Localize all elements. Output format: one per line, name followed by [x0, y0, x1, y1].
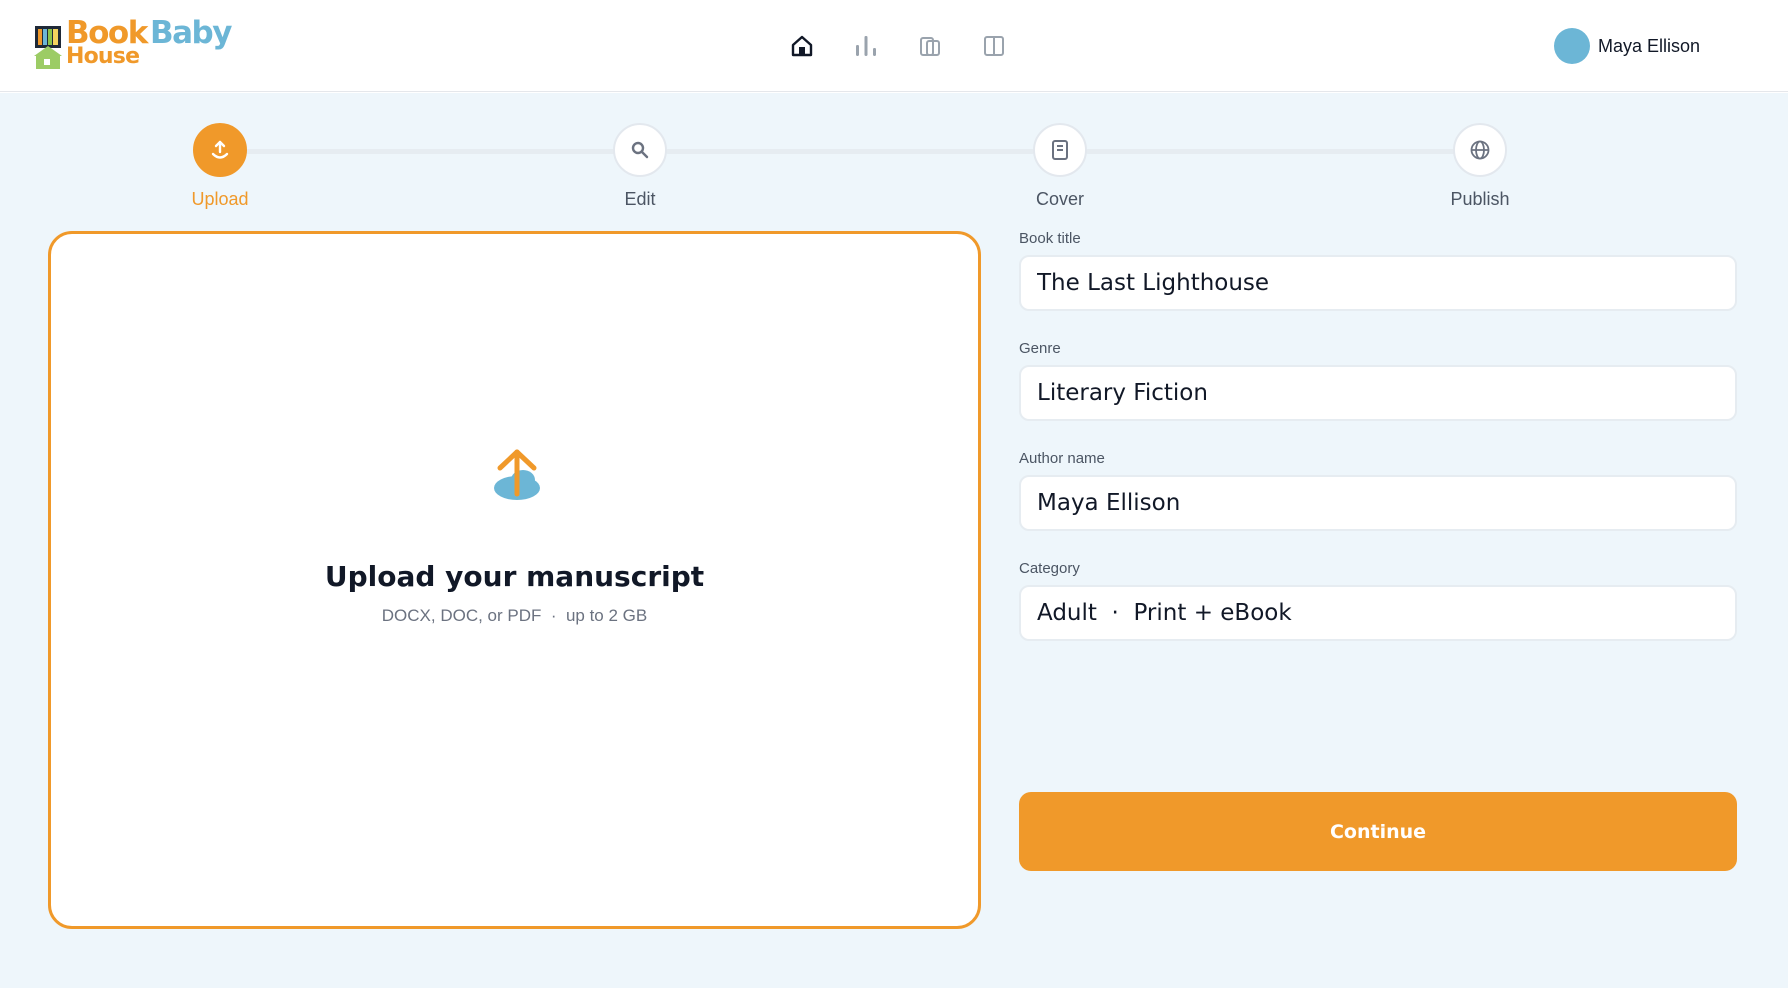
logo-text-baby: Baby [150, 15, 232, 51]
step-cover[interactable]: Cover [990, 123, 1130, 210]
stepper-connector [1086, 149, 1456, 154]
author-name-label: Author name [1019, 450, 1105, 467]
upload-subtitle: DOCX, DOC, or PDF · up to 2 GB [381, 606, 648, 625]
upload-title: Upload your manuscript [324, 560, 705, 593]
step-edit-circle [613, 123, 667, 177]
step-edit[interactable]: Edit [570, 123, 710, 210]
author-name-input[interactable] [1019, 475, 1737, 531]
step-label: Edit [624, 189, 656, 209]
step-label: Publish [1450, 189, 1510, 209]
home-icon [791, 35, 813, 57]
progress-stepper: Upload Edit Cover Publish [0, 93, 1788, 223]
continue-button[interactable]: Continue [1019, 792, 1737, 871]
step-cover-circle [1033, 123, 1087, 177]
logo-house-icon [34, 26, 62, 69]
logo-text-house: House [66, 44, 140, 69]
bar-chart-icon [856, 36, 876, 56]
book-title-label: Book title [1019, 230, 1081, 247]
step-publish-circle [1453, 123, 1507, 177]
nav-library[interactable] [914, 30, 946, 62]
step-label: Upload [191, 189, 249, 209]
step-publish[interactable]: Publish [1410, 123, 1550, 210]
top-header: Book Baby House Maya Ellison [0, 0, 1788, 92]
main-content: Upload Edit Cover Publish Upload your ma… [0, 93, 1788, 988]
nav-reader[interactable] [978, 30, 1010, 62]
genre-label: Genre [1019, 340, 1061, 357]
manuscript-dropzone[interactable]: Upload your manuscript DOCX, DOC, or PDF… [48, 231, 981, 929]
library-icon [920, 37, 940, 56]
category-input[interactable] [1019, 585, 1737, 641]
globe-icon [1470, 140, 1490, 160]
stepper-connector [666, 149, 1034, 154]
main-nav [786, 30, 1010, 62]
category-label: Category [1019, 560, 1080, 577]
nav-stats[interactable] [850, 30, 882, 62]
book-open-icon [984, 36, 1004, 56]
stepper-connector [246, 149, 616, 154]
document-icon [1052, 140, 1068, 160]
search-icon [631, 141, 649, 159]
nav-home[interactable] [786, 30, 818, 62]
field-author-name: Author name [1019, 449, 1737, 531]
field-category: Category [1019, 559, 1737, 641]
avatar[interactable] [1553, 28, 1590, 64]
user-name: Maya Ellison [1597, 35, 1700, 56]
step-label: Cover [1035, 189, 1084, 209]
field-book-title: Book title [1019, 229, 1737, 311]
genre-input[interactable] [1019, 365, 1737, 421]
book-title-input[interactable] [1019, 255, 1737, 311]
step-upload[interactable]: Upload [150, 123, 290, 210]
field-genre: Genre [1019, 339, 1737, 421]
upload-icon [211, 140, 229, 159]
cloud-upload-icon [494, 449, 540, 500]
user-menu[interactable]: Maya Ellison [1553, 28, 1700, 64]
step-upload-circle [193, 123, 247, 177]
brand-logo[interactable]: Book Baby House [34, 15, 244, 72]
